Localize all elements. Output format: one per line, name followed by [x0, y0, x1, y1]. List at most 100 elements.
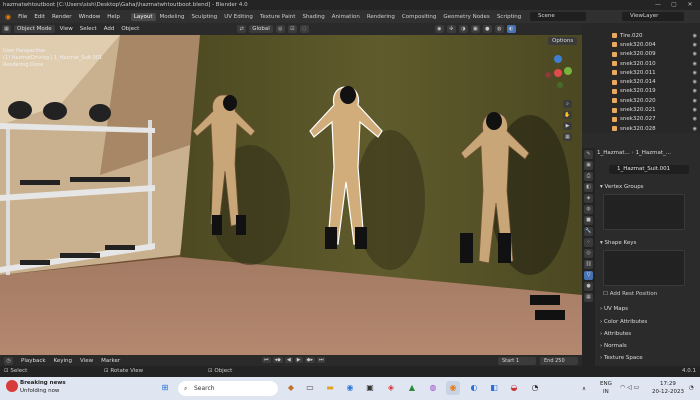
scene-tab-icon[interactable]: ◈	[584, 194, 593, 203]
play-reverse-icon[interactable]: ◀	[284, 357, 293, 363]
app-icon-2[interactable]: ◍	[426, 381, 440, 395]
camera-icon[interactable]: ▶	[563, 122, 572, 130]
section-shape-keys[interactable]: ▾ Shape Keys	[600, 240, 636, 246]
vertex-groups-list[interactable]	[603, 194, 685, 230]
outliner-item[interactable]: snek320.009 ◉	[582, 50, 700, 59]
eye-icon[interactable]: ◉	[693, 79, 697, 85]
physics-tab-icon[interactable]: ◎	[584, 249, 593, 258]
timeline-editor-icon[interactable]: ◷	[4, 356, 13, 365]
menu-view[interactable]: View	[58, 26, 75, 32]
menu-object[interactable]: Object	[119, 26, 141, 32]
minimize-button[interactable]: —	[650, 0, 666, 10]
clock-time[interactable]: 17:29	[660, 381, 676, 387]
editor-type-icon[interactable]: ▦	[2, 25, 11, 33]
outliner-item[interactable]: snek320.020 ◉	[582, 96, 700, 105]
app-icon-3[interactable]: ◐	[467, 381, 481, 395]
xray-icon[interactable]: ▣	[470, 25, 480, 33]
menu-keying[interactable]: Keying	[54, 358, 72, 364]
outliner-item[interactable]: snek320.019 ◉	[582, 87, 700, 96]
section-attributes[interactable]: › Attributes	[600, 331, 631, 337]
menu-edit[interactable]: Edit	[31, 14, 48, 20]
tab-animation[interactable]: Animation	[329, 13, 363, 21]
tab-rendering[interactable]: Rendering	[364, 13, 398, 21]
shading-rendered-icon[interactable]: ◐	[506, 25, 516, 33]
outliner-item[interactable]: snek320.028 ◉	[582, 124, 700, 133]
mesh-name-field[interactable]: 1_Hazmat_Suit.001	[609, 165, 689, 174]
section-texture-space[interactable]: › Texture Space	[600, 355, 643, 361]
eye-icon[interactable]: ◉	[693, 116, 697, 122]
menu-add[interactable]: Add	[102, 26, 117, 32]
eye-icon[interactable]: ◉	[693, 88, 697, 94]
file-explorer-icon[interactable]: ▬	[323, 381, 337, 395]
tab-geometry-nodes[interactable]: Geometry Nodes	[440, 13, 492, 21]
pivot-icon[interactable]: ◎	[275, 25, 285, 33]
tab-compositing[interactable]: Compositing	[399, 13, 439, 21]
app-icon-4[interactable]: ◒	[507, 381, 521, 395]
view-layer-tab-icon[interactable]: ◧	[584, 183, 593, 192]
constraints-tab-icon[interactable]: ⛓	[584, 260, 593, 269]
tab-scripting[interactable]: Scripting	[494, 13, 524, 21]
app-icon[interactable]: ▲	[405, 381, 419, 395]
gizmo-icon[interactable]: ✣	[446, 25, 456, 33]
tab-texture-paint[interactable]: Texture Paint	[257, 13, 299, 21]
section-color-attributes[interactable]: › Color Attributes	[600, 319, 647, 325]
tool-tab-icon[interactable]: ✎	[584, 150, 593, 159]
mode-dropdown[interactable]: Object Mode	[14, 25, 55, 33]
material-tab-icon[interactable]: ●	[584, 282, 593, 291]
proportional-edit-icon[interactable]: ◌	[299, 25, 309, 33]
close-button[interactable]: ✕	[682, 0, 698, 10]
options-button[interactable]: Options	[548, 37, 578, 45]
windows-start-icon[interactable]: ⊞	[158, 381, 172, 395]
output-tab-icon[interactable]: ⎙	[584, 172, 593, 181]
blender-logo-icon[interactable]: ◉	[2, 13, 14, 21]
world-tab-icon[interactable]: ◍	[584, 205, 593, 214]
outliner-item[interactable]: snek320.014 ◉	[582, 77, 700, 86]
tab-shading[interactable]: Shading	[299, 13, 327, 21]
store-icon[interactable]: ▣	[363, 381, 377, 395]
view-layer-selector[interactable]: ViewLayer	[622, 12, 684, 21]
outliner-item[interactable]: Tire.020 ◉	[582, 31, 700, 40]
visibility-icon[interactable]: ◉	[434, 25, 444, 33]
render-tab-icon[interactable]: ▣	[584, 161, 593, 170]
overlay-icon[interactable]: ◑	[458, 25, 468, 33]
add-rest-position-checkbox[interactable]: ☐ Add Rest Position	[603, 291, 657, 297]
scene-selector[interactable]: Scene	[530, 12, 586, 21]
news-title[interactable]: Breaking news	[20, 380, 66, 386]
eye-icon[interactable]: ◉	[693, 33, 697, 39]
orientation-dropdown[interactable]: Global	[249, 25, 273, 33]
outliner-item[interactable]: snek320.011 ◉	[582, 68, 700, 77]
menu-render[interactable]: Render	[49, 14, 75, 20]
language-label[interactable]: ENG	[600, 381, 612, 387]
tab-sculpting[interactable]: Sculpting	[189, 13, 221, 21]
section-normals[interactable]: › Normals	[600, 343, 627, 349]
menu-playback[interactable]: Playback	[21, 358, 46, 364]
menu-window[interactable]: Window	[76, 14, 104, 20]
object-tab-icon[interactable]: ■	[584, 216, 593, 225]
shading-material-icon[interactable]: ◍	[494, 25, 504, 33]
menu-help[interactable]: Help	[104, 14, 123, 20]
eye-icon[interactable]: ◉	[693, 61, 697, 67]
outliner-item[interactable]: snek320.010 ◉	[582, 59, 700, 68]
wifi-icon[interactable]: ◠ ◁ ▭	[620, 384, 639, 391]
task-view-icon[interactable]: ▭	[303, 381, 317, 395]
notification-icon[interactable]: ◔	[689, 385, 694, 391]
tab-modeling[interactable]: Modeling	[157, 13, 188, 21]
eye-icon[interactable]: ◉	[693, 51, 697, 57]
menu-timeline-view[interactable]: View	[80, 358, 93, 364]
news-subtitle[interactable]: Unfolding now	[20, 388, 59, 394]
widgets-icon[interactable]: ◆	[284, 381, 298, 395]
section-vertex-groups[interactable]: ▾ Vertex Groups	[600, 184, 644, 190]
shading-solid-icon[interactable]: ●	[482, 25, 492, 33]
region-label[interactable]: IN	[603, 389, 609, 395]
outliner-item[interactable]: snek320.021 ◉	[582, 105, 700, 114]
transform-orientation-icon[interactable]: ⇄	[237, 25, 247, 33]
shape-keys-list[interactable]	[603, 250, 685, 286]
texture-tab-icon[interactable]: ▦	[584, 293, 593, 302]
end-frame-field[interactable]: End 250	[540, 357, 578, 365]
eye-icon[interactable]: ◉	[693, 70, 697, 76]
modifier-tab-icon[interactable]: 🔧	[584, 227, 593, 236]
brave-icon[interactable]: ◈	[384, 381, 398, 395]
perspective-toggle-icon[interactable]: ▦	[563, 133, 572, 141]
eye-icon[interactable]: ◉	[693, 42, 697, 48]
eye-icon[interactable]: ◉	[693, 107, 697, 113]
